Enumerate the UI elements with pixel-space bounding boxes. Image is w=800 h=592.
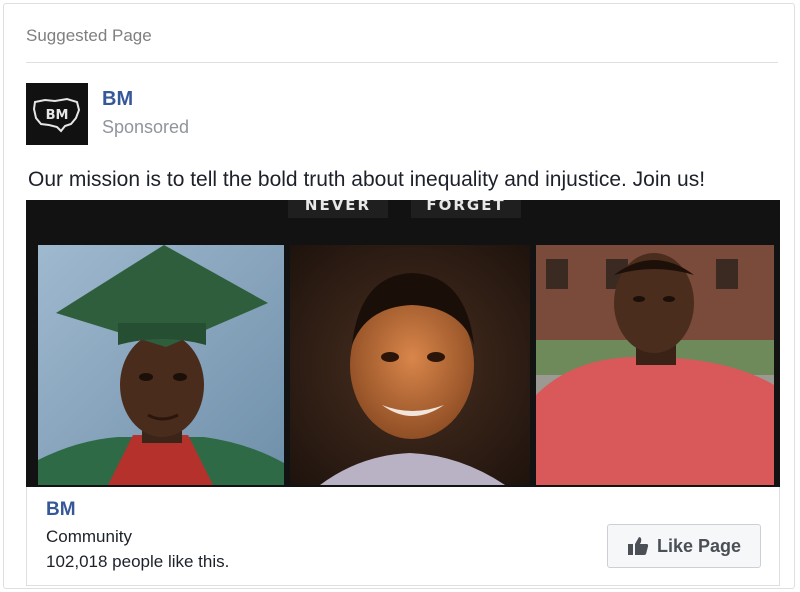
like-page-label: Like Page xyxy=(656,535,742,556)
post-image[interactable]: NEVER FORGET xyxy=(26,200,780,487)
footer-page-name-link[interactable]: BM xyxy=(46,499,76,521)
photo-man-in-red-shirt xyxy=(536,245,774,485)
banner-text-left: NEVER xyxy=(288,200,388,218)
divider xyxy=(26,62,778,63)
like-page-button[interactable]: Like Page xyxy=(607,524,761,568)
avatar-logo-text: BM xyxy=(46,108,69,123)
thumbs-up-icon xyxy=(627,537,649,555)
page-likes-count: 102,018 people like this. xyxy=(46,552,230,571)
post-message: Our mission is to tell the bold truth ab… xyxy=(28,168,706,191)
sponsored-label[interactable]: Sponsored xyxy=(102,117,189,138)
photo-graduation-portrait xyxy=(38,245,284,485)
us-map-logo-icon: BM xyxy=(32,97,81,133)
page-name-link[interactable]: BM xyxy=(102,88,133,111)
photo-boy-portrait xyxy=(290,245,530,485)
suggested-page-label: Suggested Page xyxy=(26,26,152,45)
suggested-page-card: Suggested Page BM BM Sponsored Our missi… xyxy=(3,3,795,589)
page-category: Community xyxy=(46,527,132,546)
page-avatar[interactable]: BM xyxy=(26,83,88,145)
page-footer: BM Community 102,018 people like this. L… xyxy=(26,487,780,586)
banner-text-right: FORGET xyxy=(411,200,521,218)
